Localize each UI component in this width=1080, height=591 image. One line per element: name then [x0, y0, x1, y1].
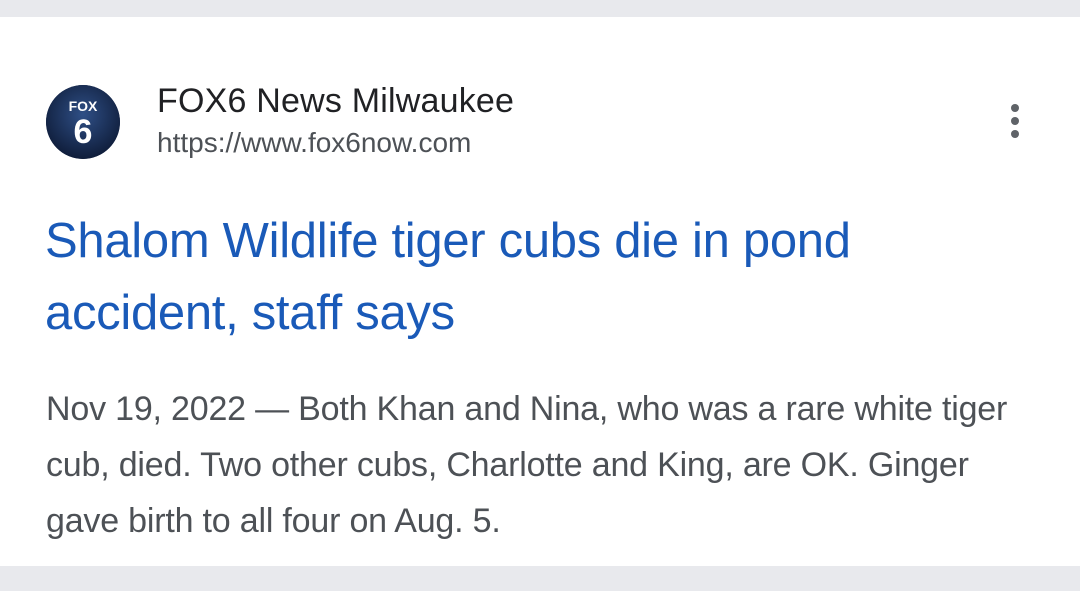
result-snippet: Nov 19, 2022 — Both Khan and Nina, who w… — [46, 381, 1046, 549]
result-title-link[interactable]: Shalom Wildlife tiger cubs die in pond a… — [45, 205, 1035, 349]
result-date: Nov 19, 2022 — [46, 390, 246, 428]
vertical-dots-icon — [1011, 104, 1019, 112]
fox6-logo-top-text: FOX — [69, 98, 98, 114]
source-text: FOX6 News Milwaukee https://www.fox6now.… — [157, 81, 514, 163]
fox6-logo-main-text: 6 — [74, 113, 93, 151]
site-name: FOX6 News Milwaukee — [157, 82, 515, 120]
search-results-page: FOX 6 FOX6 News Milwaukee https://www.fo… — [0, 0, 1080, 591]
search-result-card: FOX 6 FOX6 News Milwaukee https://www.fo… — [0, 17, 1080, 566]
vertical-dots-icon-dot-3 — [1011, 130, 1019, 138]
fox6-logo-icon: FOX 6 — [46, 85, 120, 159]
more-options-button[interactable] — [996, 99, 1034, 143]
result-source-row[interactable]: FOX 6 FOX6 News Milwaukee https://www.fo… — [46, 77, 514, 167]
date-separator: — — [245, 390, 299, 428]
vertical-dots-icon-dot-2 — [1011, 117, 1019, 125]
site-url: https://www.fox6now.com — [157, 127, 472, 158]
